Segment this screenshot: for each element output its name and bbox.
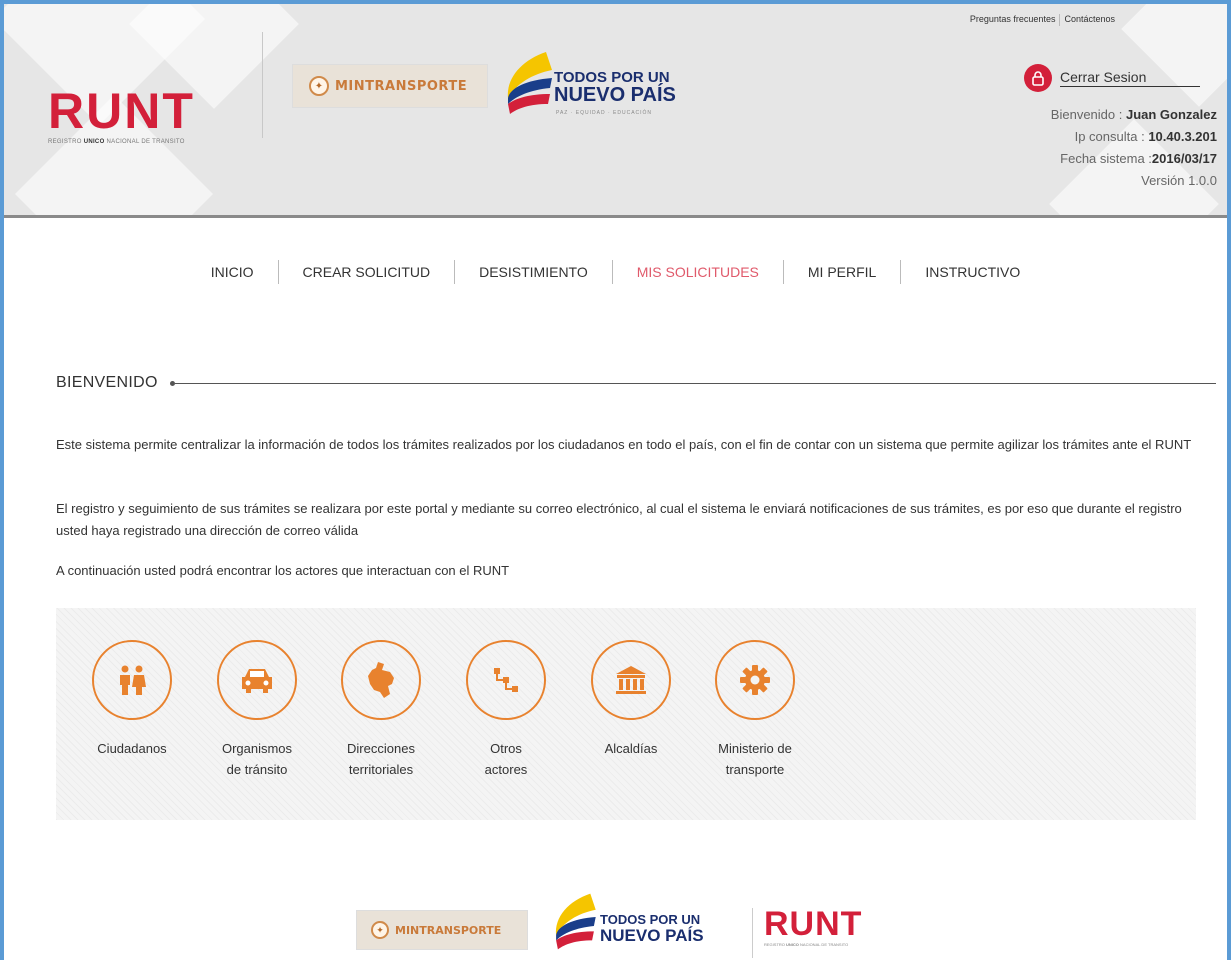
people-icon: [92, 640, 172, 720]
network-icon: [466, 640, 546, 720]
footer-mintransporte-text: MINTRANSPORTE: [395, 923, 502, 937]
actor-label: Ciudadanos: [97, 741, 167, 756]
runt-logo-subtitle: REGISTRO UNICO NACIONAL DE TRANSITO: [48, 139, 185, 145]
footer-runt-logo: RUNT REGISTRO UNICO NACIONAL DE TRANSITO: [764, 906, 862, 947]
contact-link[interactable]: Contáctenos: [1060, 14, 1119, 24]
footer-divider: [752, 908, 753, 958]
date-info: Fecha sistema :2016/03/17: [1060, 151, 1217, 166]
nav-crear-solicitud[interactable]: CREAR SOLICITUD: [279, 264, 455, 280]
gear-icon: [715, 640, 795, 720]
actor-otros-actores[interactable]: Otros actores: [451, 640, 561, 780]
actor-organismos-transito[interactable]: Organismos de tránsito: [202, 640, 312, 780]
actor-label: Otros actores: [484, 741, 528, 777]
colombia-map-icon: [341, 640, 421, 720]
ip-value: 10.40.3.201: [1148, 129, 1217, 144]
welcome-paragraph-1: Este sistema permite centralizar la info…: [56, 437, 1192, 452]
footer-todos-por-un-nuevo-pais-logo: TODOS POR UN NUEVO PAÍS: [550, 890, 710, 960]
runt-logo-text: RUNT: [48, 83, 195, 139]
mintransporte-logo: ✦ MINTRANSPORTE: [292, 64, 488, 108]
user-info: Bienvenido : Juan Gonzalez Ip consulta :…: [1051, 104, 1217, 192]
date-value: 2016/03/17: [1151, 151, 1217, 166]
actor-alcaldias[interactable]: Alcaldías: [576, 640, 686, 759]
actors-panel: Ciudadanos Organismos de tránsito Direcci…: [56, 608, 1196, 820]
actor-ministerio-transporte[interactable]: Ministerio de transporte: [700, 640, 810, 780]
title-rule: [174, 382, 1216, 384]
footer-runt-subtitle: REGISTRO UNICO NACIONAL DE TRANSITO: [764, 942, 849, 947]
colombia-seal-icon: ✦: [309, 76, 329, 96]
nav-mis-solicitudes[interactable]: MIS SOLICITUDES: [613, 264, 783, 280]
footer-mintransporte-logo: ✦ MINTRANSPORTE: [356, 910, 528, 950]
welcome-paragraph-2: El registro y seguimiento de sus trámite…: [56, 501, 1182, 538]
nav-inicio[interactable]: INICIO: [187, 264, 278, 280]
nav-desistimiento[interactable]: DESISTIMIENTO: [455, 264, 612, 280]
lock-icon: [1024, 64, 1052, 92]
colombia-seal-icon: ✦: [371, 921, 389, 939]
browser-frame: RUNT REGISTRO UNICO NACIONAL DE TRANSITO…: [0, 0, 1231, 960]
car-icon: [217, 640, 297, 720]
actor-label: Alcaldías: [604, 741, 658, 756]
slogan-line2: NUEVO PAÍS: [554, 84, 676, 106]
user-name: Juan Gonzalez: [1125, 107, 1217, 122]
todos-por-un-nuevo-pais-logo: TODOS POR UN NUEVO PAÍS PAZ · EQUIDAD · …: [502, 48, 676, 128]
header: RUNT REGISTRO UNICO NACIONAL DE TRANSITO…: [4, 4, 1227, 218]
faq-link[interactable]: Preguntas frecuentes: [966, 14, 1060, 24]
footer-slogan-line2: NUEVO PAÍS: [600, 926, 704, 945]
footer-slogan-line1: TODOS POR UN: [600, 912, 701, 927]
flag-swoosh-icon: [555, 893, 596, 950]
slogan-line3: PAZ · EQUIDAD · EDUCACIÓN: [556, 110, 653, 116]
nav-instructivo[interactable]: INSTRUCTIVO: [901, 264, 1044, 280]
welcome-section-title: BIENVENIDO: [56, 374, 1216, 392]
user-welcome: Bienvenido : Juan Gonzalez: [1050, 107, 1217, 122]
top-links: Preguntas frecuentes Contáctenos: [966, 14, 1119, 26]
actor-label: Direcciones territoriales: [347, 741, 415, 777]
welcome-title: BIENVENIDO: [56, 374, 158, 391]
ip-info: Ip consulta : 10.40.3.201: [1074, 129, 1217, 144]
footer-runt-text: RUNT: [764, 905, 863, 943]
actor-direcciones-territoriales[interactable]: Direcciones territoriales: [326, 640, 436, 780]
welcome-paragraph-3: A continuación usted podrá encontrar los…: [56, 563, 510, 578]
version-text: Versión 1.0.0: [1141, 173, 1217, 188]
flag-swoosh-icon: [507, 52, 552, 114]
logout-button[interactable]: Cerrar Sesion: [1024, 64, 1200, 92]
actor-label: Organismos de tránsito: [221, 741, 293, 777]
logout-label: Cerrar Sesion: [1060, 69, 1200, 87]
main-nav: INICIO CREAR SOLICITUD DESISTIMIENTO MIS…: [4, 260, 1227, 284]
building-icon: [591, 640, 671, 720]
actor-ciudadanos[interactable]: Ciudadanos: [77, 640, 187, 759]
runt-logo[interactable]: RUNT REGISTRO UNICO NACIONAL DE TRANSITO: [48, 86, 248, 145]
nav-mi-perfil[interactable]: MI PERFIL: [784, 264, 900, 280]
actor-label: Ministerio de transporte: [718, 741, 792, 777]
header-divider: [262, 32, 263, 138]
mintransporte-text: MINTRANSPORTE: [335, 78, 468, 94]
